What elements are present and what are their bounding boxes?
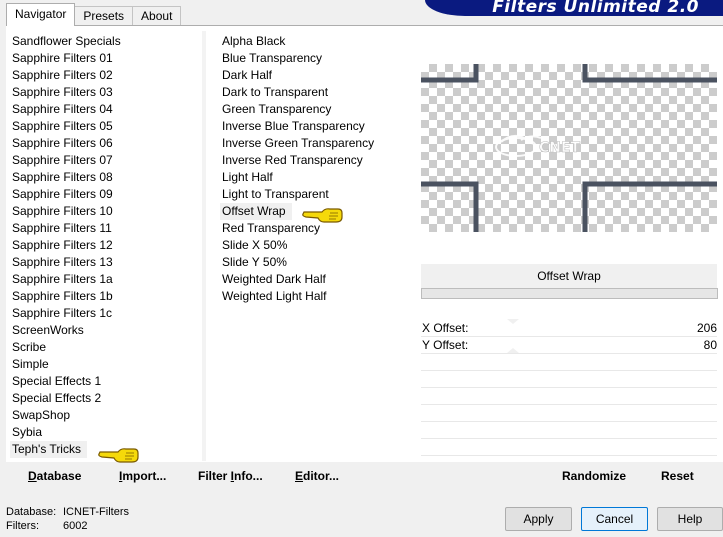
filter-item[interactable]: Slide X 50% bbox=[220, 238, 287, 252]
param-row-empty bbox=[421, 439, 717, 456]
filter-item[interactable]: Light to Transparent bbox=[220, 187, 329, 201]
apply-button[interactable]: Apply bbox=[505, 507, 572, 531]
filter-preview: CNET bbox=[421, 64, 717, 232]
preview-image: CNET bbox=[421, 64, 717, 232]
preview-frame-bottom-left bbox=[421, 181, 479, 232]
filter-item[interactable]: Alpha Black bbox=[220, 34, 285, 48]
parameter-panel: X Offset: 206 Y Offset: 80 bbox=[421, 319, 717, 462]
pointing-hand-icon bbox=[302, 208, 343, 223]
category-item[interactable]: Sapphire Filters 10 bbox=[10, 204, 113, 218]
progress-bar bbox=[421, 288, 718, 299]
param-value: 206 bbox=[696, 321, 717, 335]
database-button[interactable]: Database bbox=[28, 462, 81, 490]
filter-name-label: Offset Wrap bbox=[421, 264, 717, 288]
category-item[interactable]: Scribe bbox=[10, 340, 46, 354]
preview-frame-top-right bbox=[582, 64, 717, 83]
editor-button[interactable]: Editor... bbox=[295, 462, 339, 490]
tab-bar: Navigator Presets About bbox=[6, 3, 182, 26]
randomize-button[interactable]: Randomize bbox=[562, 462, 626, 490]
filter-item[interactable]: Inverse Red Transparency bbox=[220, 153, 363, 167]
param-row-x-offset[interactable]: X Offset: 206 bbox=[421, 319, 717, 337]
tab-navigator[interactable]: Navigator bbox=[6, 3, 76, 26]
watermark-logo bbox=[495, 135, 542, 157]
param-row-empty bbox=[421, 405, 717, 422]
category-item[interactable]: Sapphire Filters 08 bbox=[10, 170, 113, 184]
filter-item[interactable]: Inverse Green Transparency bbox=[220, 136, 374, 150]
category-item[interactable]: Sapphire Filters 07 bbox=[10, 153, 113, 167]
category-item[interactable]: Simple bbox=[10, 357, 49, 371]
param-row-empty bbox=[421, 354, 717, 371]
category-item[interactable]: SwapShop bbox=[10, 408, 70, 422]
category-item[interactable]: Sapphire Filters 1b bbox=[10, 289, 113, 303]
filter-item[interactable]: Dark to Transparent bbox=[220, 85, 328, 99]
filter-item[interactable]: Green Transparency bbox=[220, 102, 331, 116]
param-row-empty bbox=[421, 371, 717, 388]
category-item[interactable]: Sapphire Filters 02 bbox=[10, 68, 113, 82]
help-button[interactable]: Help bbox=[657, 507, 723, 531]
category-item[interactable]: ScreenWorks bbox=[10, 323, 84, 337]
reset-button[interactable]: Reset bbox=[661, 462, 694, 490]
param-label: X Offset: bbox=[422, 321, 469, 335]
category-item[interactable]: Sapphire Filters 05 bbox=[10, 119, 113, 133]
param-value: 80 bbox=[703, 338, 717, 352]
param-row-empty bbox=[421, 422, 717, 439]
category-item[interactable]: Sapphire Filters 09 bbox=[10, 187, 113, 201]
pointing-hand-icon bbox=[98, 448, 139, 463]
preview-margin-bottom bbox=[421, 232, 717, 262]
category-item[interactable]: Sapphire Filters 01 bbox=[10, 51, 113, 65]
category-item[interactable]: Sapphire Filters 04 bbox=[10, 102, 113, 116]
filter-info-button[interactable]: Filter Info... bbox=[198, 462, 263, 490]
category-item[interactable]: Sybia bbox=[10, 425, 42, 439]
preview-frame-bottom-right bbox=[582, 181, 717, 232]
category-item[interactable]: Special Effects 2 bbox=[10, 391, 101, 405]
filter-item[interactable]: Inverse Blue Transparency bbox=[220, 119, 365, 133]
database-label: Database: bbox=[6, 506, 57, 518]
category-item[interactable]: Sapphire Filters 11 bbox=[10, 221, 112, 235]
filter-item[interactable]: Weighted Dark Half bbox=[220, 272, 326, 286]
filter-item[interactable]: Weighted Light Half bbox=[220, 289, 327, 303]
filter-item[interactable]: Blue Transparency bbox=[220, 51, 322, 65]
app-title: Filters Unlimited 2.0 bbox=[492, 0, 699, 16]
category-item[interactable]: Sapphire Filters 12 bbox=[10, 238, 113, 252]
category-item[interactable]: Sapphire Filters 1c bbox=[10, 306, 112, 320]
filter-item[interactable]: Light Half bbox=[220, 170, 273, 184]
filter-item[interactable]: Offset Wrap bbox=[220, 203, 292, 220]
database-value: ICNET-Filters bbox=[63, 506, 129, 518]
param-row-empty bbox=[421, 388, 717, 405]
import-button[interactable]: Import... bbox=[119, 462, 166, 490]
cancel-button[interactable]: Cancel bbox=[581, 507, 648, 531]
category-item[interactable]: Sandflower Specials bbox=[10, 34, 121, 48]
filter-item[interactable]: Dark Half bbox=[220, 68, 272, 82]
category-item[interactable]: Sapphire Filters 1a bbox=[10, 272, 113, 286]
filter-list[interactable]: Alpha Black Blue Transparency Dark Half Dar… bbox=[220, 31, 414, 461]
slider-tick-icon bbox=[507, 348, 519, 353]
preview-margin-top bbox=[421, 30, 717, 64]
filters-label: Filters: bbox=[6, 520, 39, 532]
preview-frame-top-left bbox=[421, 64, 479, 83]
category-item[interactable]: Sapphire Filters 03 bbox=[10, 85, 113, 99]
category-item[interactable]: Sapphire Filters 06 bbox=[10, 136, 113, 150]
filter-item[interactable]: Slide Y 50% bbox=[220, 255, 287, 269]
app-banner: Filters Unlimited 2.0 bbox=[425, 0, 723, 16]
status-info: Database: ICNET-Filters Filters: 6002 bbox=[6, 505, 129, 533]
param-label: Y Offset: bbox=[422, 338, 469, 352]
tab-presets[interactable]: Presets bbox=[74, 6, 134, 26]
category-item[interactable]: Teph's Tricks bbox=[10, 441, 87, 458]
action-bar: Database Import... Filter Info... Editor… bbox=[6, 462, 723, 490]
category-item[interactable]: Special Effects 1 bbox=[10, 374, 101, 388]
param-row-y-offset[interactable]: Y Offset: 80 bbox=[421, 337, 717, 354]
filters-value: 6002 bbox=[63, 520, 88, 532]
tab-about[interactable]: About bbox=[132, 6, 182, 26]
category-item[interactable]: Sapphire Filters 13 bbox=[10, 255, 113, 269]
category-list[interactable]: Sandflower Specials Sapphire Filters 01 Sa… bbox=[10, 31, 206, 461]
slider-tick-icon bbox=[507, 319, 519, 324]
svg-text:CNET: CNET bbox=[539, 140, 581, 156]
category-scrollbar[interactable] bbox=[202, 31, 206, 461]
